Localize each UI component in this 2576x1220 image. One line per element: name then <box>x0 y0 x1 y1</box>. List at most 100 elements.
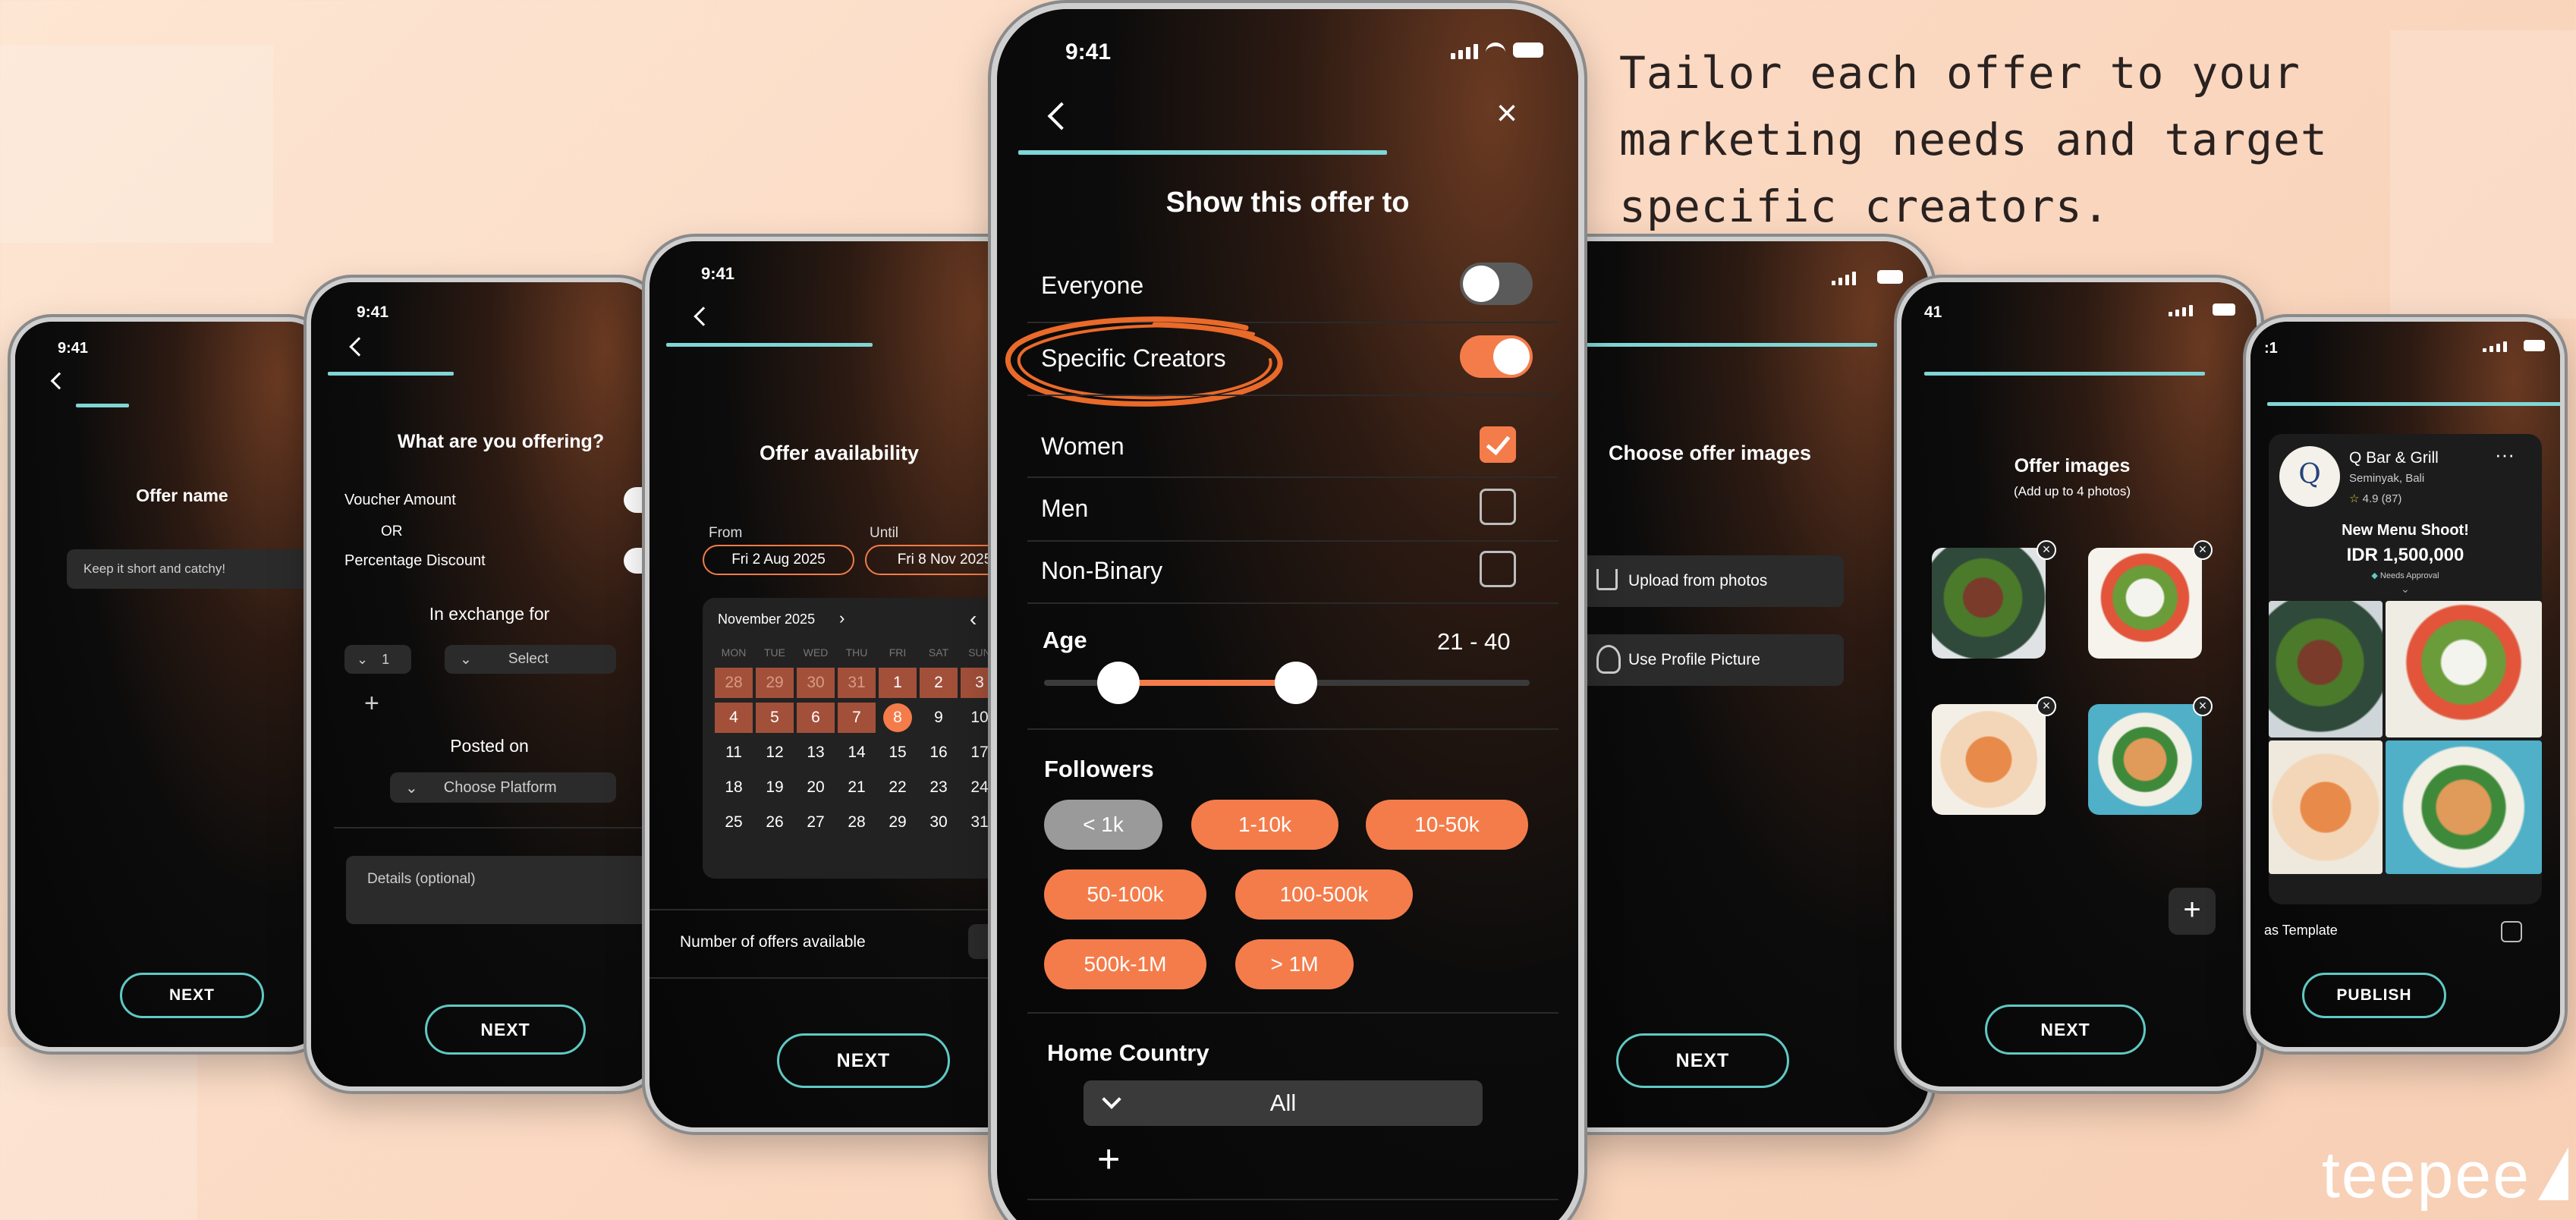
followers-chip[interactable]: < 1k <box>1044 800 1162 850</box>
battery-icon <box>1877 270 1903 284</box>
platform-dropdown[interactable]: ⌄ Choose Platform <box>390 772 616 803</box>
template-checkbox[interactable] <box>2501 921 2522 942</box>
calendar-day[interactable]: 5 <box>756 703 794 733</box>
calendar-day[interactable]: 31 <box>838 668 876 698</box>
calendar-day[interactable]: 28 <box>715 668 753 698</box>
offer-name-input[interactable]: Keep it short and catchy! <box>67 549 325 589</box>
page-title: What are you offering? <box>397 431 605 452</box>
publish-button[interactable]: PUBLISH <box>2302 973 2446 1018</box>
chevron-left-icon[interactable]: ‹ <box>970 607 977 631</box>
phone-offering: 9:41 What are you offering? Voucher Amou… <box>307 278 663 1091</box>
calendar-day[interactable]: 20 <box>797 772 835 803</box>
calendar-day[interactable]: 9 <box>920 703 958 733</box>
chevron-down-icon[interactable]: ⌄ <box>2269 583 2542 596</box>
battery-icon <box>1513 42 1543 58</box>
close-icon[interactable]: × <box>2193 696 2213 716</box>
details-input[interactable]: Details (optional) <box>346 856 659 924</box>
followers-chip[interactable]: > 1M <box>1235 939 1354 989</box>
calendar-day[interactable]: 6 <box>797 703 835 733</box>
back-icon[interactable] <box>50 372 68 390</box>
food-image <box>1932 548 2046 659</box>
next-button[interactable]: NEXT <box>120 973 264 1018</box>
close-icon[interactable]: × <box>2037 696 2056 716</box>
background-block <box>0 46 273 243</box>
calendar-day[interactable]: 29 <box>756 668 794 698</box>
calendar-day[interactable]: 4 <box>715 703 753 733</box>
close-icon[interactable]: × <box>1496 96 1518 132</box>
calendar-day[interactable]: 21 <box>838 772 876 803</box>
followers-chip[interactable]: 500k-1M <box>1044 939 1206 989</box>
more-icon[interactable]: ··· <box>2495 443 2515 467</box>
men-checkbox[interactable] <box>1480 489 1516 525</box>
women-checkbox[interactable] <box>1480 426 1516 463</box>
followers-chip[interactable]: 10-50k <box>1366 800 1528 850</box>
next-button[interactable]: NEXT <box>777 1033 950 1088</box>
next-button[interactable]: NEXT <box>425 1005 586 1055</box>
calendar-day[interactable]: 23 <box>920 772 958 803</box>
or-label: OR <box>381 524 403 539</box>
non-binary-checkbox[interactable] <box>1480 551 1516 587</box>
calendar-day[interactable]: 12 <box>756 737 794 768</box>
food-image <box>2088 704 2202 815</box>
calendar-day[interactable]: 11 <box>715 737 753 768</box>
calendar-day[interactable]: 14 <box>838 737 876 768</box>
divider <box>1027 728 1558 730</box>
add-image-button[interactable]: + <box>2169 888 2216 935</box>
back-icon[interactable] <box>694 307 713 326</box>
calendar-day[interactable]: 15 <box>879 737 917 768</box>
select-dropdown[interactable]: ⌄ Select <box>445 645 616 674</box>
calendar-day[interactable]: 26 <box>756 807 794 838</box>
calendar-day[interactable]: 22 <box>879 772 917 803</box>
close-icon[interactable]: × <box>2193 540 2213 560</box>
back-icon[interactable] <box>349 337 369 357</box>
calendar-day[interactable]: 18 <box>715 772 753 803</box>
calendar-day[interactable]: 13 <box>797 737 835 768</box>
divider <box>650 977 1035 979</box>
everyone-toggle[interactable] <box>1460 263 1533 305</box>
teepee-logo: teepee <box>2322 1139 2531 1212</box>
status-time: 9:41 <box>1065 39 1112 64</box>
calendar-day[interactable]: 19 <box>756 772 794 803</box>
calendar-day[interactable]: 1 <box>879 668 917 698</box>
add-icon[interactable]: + <box>364 689 379 718</box>
calendar-weekday: FRI <box>889 646 907 659</box>
calendar-day[interactable]: 25 <box>715 807 753 838</box>
calendar-day[interactable]: 2 <box>920 668 958 698</box>
men-label: Men <box>1041 495 1089 522</box>
status-time: 41 <box>1924 303 1942 321</box>
next-button[interactable]: NEXT <box>1616 1033 1789 1088</box>
page-title: Offer availability <box>759 442 920 464</box>
age-slider-max-handle[interactable] <box>1275 662 1318 704</box>
from-date-field[interactable]: Fri 2 Aug 2025 <box>703 545 854 575</box>
calendar-day[interactable]: 28 <box>838 807 876 838</box>
age-slider-min-handle[interactable] <box>1097 662 1140 704</box>
specific-creators-toggle[interactable] <box>1460 335 1533 378</box>
age-slider[interactable] <box>1044 662 1530 704</box>
followers-chip[interactable]: 100-500k <box>1235 869 1413 920</box>
country-dropdown[interactable]: All <box>1084 1080 1483 1126</box>
add-country-icon[interactable]: + <box>1097 1137 1120 1182</box>
followers-chip[interactable]: 50-100k <box>1044 869 1206 920</box>
calendar-day[interactable]: 16 <box>920 737 958 768</box>
profile-picture-button[interactable]: Use Profile Picture <box>1574 634 1844 686</box>
country-value: All <box>1269 1090 1297 1116</box>
page-title: Offer images <box>2014 455 2131 476</box>
venue-logo: Q <box>2279 446 2340 507</box>
calendar-day[interactable]: 30 <box>920 807 958 838</box>
chevron-right-icon[interactable]: › <box>839 608 845 628</box>
food-image <box>2269 601 2383 737</box>
close-icon[interactable]: × <box>2037 540 2056 560</box>
back-icon[interactable] <box>1047 102 1076 130</box>
upload-photos-button[interactable]: Upload from photos <box>1574 555 1844 607</box>
calendar-day[interactable]: 30 <box>797 668 835 698</box>
calendar-day[interactable]: 7 <box>838 703 876 733</box>
calendar-day[interactable]: 27 <box>797 807 835 838</box>
followers-chip[interactable]: 1-10k <box>1191 800 1338 850</box>
next-button[interactable]: NEXT <box>1985 1005 2146 1055</box>
chevron-down-icon: ⌄ <box>405 779 418 797</box>
calendar-day[interactable]: 29 <box>879 807 917 838</box>
quantity-stepper[interactable]: ⌄ 1 <box>344 645 411 674</box>
calendar-day[interactable]: 8 <box>879 703 917 733</box>
calendar: November 2025 › ‹ MON TUE WED THU FRI SAT SUN 2… <box>703 598 1035 879</box>
exchange-label: In exchange for <box>429 604 550 624</box>
